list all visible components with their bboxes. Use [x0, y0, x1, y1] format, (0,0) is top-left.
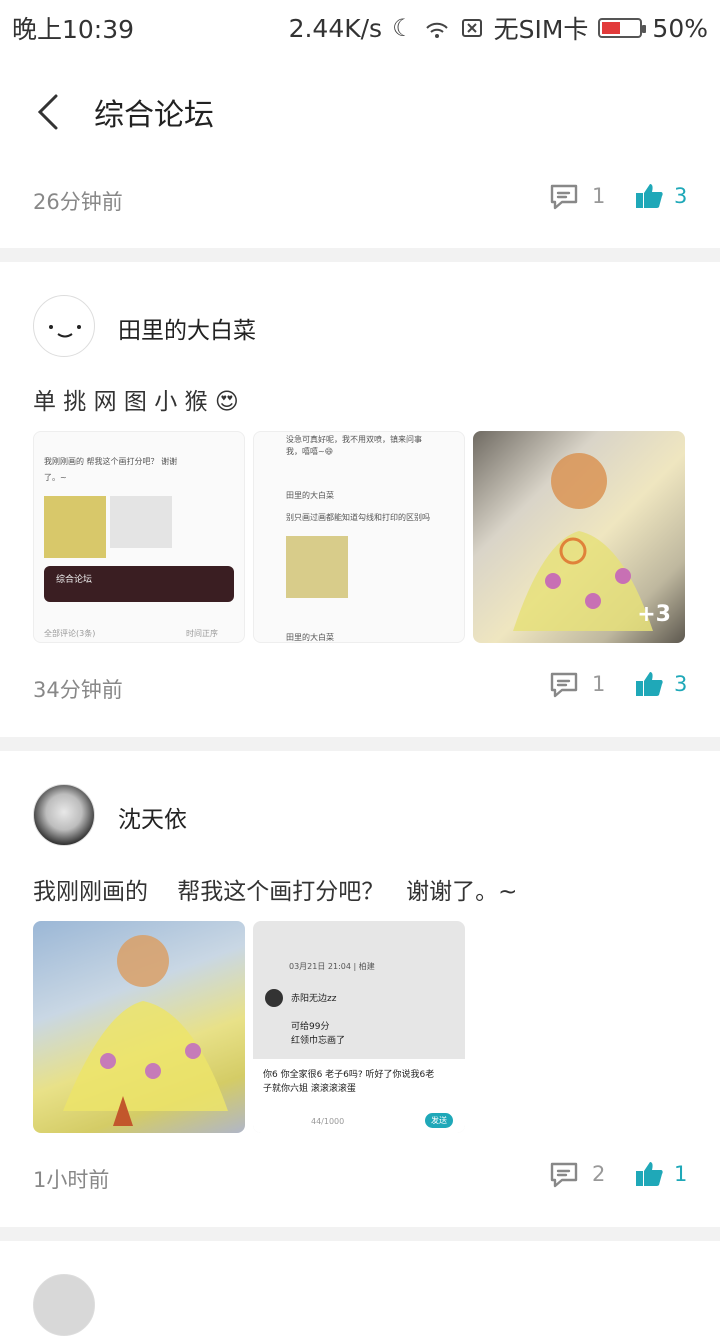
comment-count: 2 [592, 1162, 606, 1186]
thumbs-up-icon [636, 1162, 663, 1186]
avatar[interactable] [33, 1274, 95, 1336]
post-time: 34分钟前 [33, 678, 123, 702]
like-count: 1 [674, 1162, 688, 1186]
page-title: 综合论坛 [94, 98, 214, 133]
post-image[interactable]: 没急可真好呢，我不用双喷，镇来问事 我，嘻嘻~😄 田里的大白菜 别只画过画都能知… [253, 431, 465, 643]
battery-percent: 50% [652, 13, 708, 43]
divider [0, 737, 720, 751]
post-header[interactable]: 沈天依 [33, 784, 683, 850]
post-image[interactable]: +3 [473, 431, 685, 643]
comment-icon [550, 1162, 578, 1188]
author-name[interactable]: 沈天依 [118, 800, 187, 834]
forum-banner: 综合论坛 [44, 566, 234, 602]
post-image[interactable]: 我刚刚画的 帮我这个画打分吧？ 谢谢 了。~ 综合论坛 全部评论(3条) 时间正… [33, 431, 245, 643]
divider [0, 248, 720, 262]
drawing-thumbnail [286, 536, 348, 598]
post-text[interactable]: 我刚刚画的 帮我这个画打分吧？ 谢谢了。~ [33, 872, 517, 906]
avatar [265, 989, 283, 1007]
like-count: 3 [674, 672, 688, 696]
post-text[interactable]: 单 挑 网 图 小 猴 😍 [33, 382, 239, 416]
smiley-avatar-icon [49, 325, 81, 338]
author-name[interactable]: 田里的大白菜 [118, 311, 256, 345]
post-image[interactable] [33, 921, 245, 1133]
post-time: 26分钟前 [33, 190, 123, 214]
battery-fill [602, 22, 621, 34]
post-meta-row: 34分钟前 1 3 [0, 660, 720, 720]
network-speed: 2.44K/s [288, 13, 383, 43]
comment-icon [550, 672, 578, 698]
reply-box: 你6 你全家很6 老子6吗? 听好了你说我6老 子就你六姐 滚滚滚滚蛋 44/1… [253, 1059, 465, 1133]
status-bar: 晚上10:39 2.44K/s ☾ 无SIM卡 50% [0, 0, 720, 50]
sim-status: 无SIM卡 [493, 15, 589, 44]
battery-icon [598, 18, 647, 38]
more-images-count: +3 [637, 602, 671, 627]
send-button: 发送 [425, 1113, 453, 1128]
comment-icon [550, 184, 578, 210]
chevron-left-icon[interactable] [30, 92, 70, 132]
thumbs-up-icon [636, 184, 663, 208]
divider [0, 1227, 720, 1241]
comment-button[interactable]: 1 [548, 670, 605, 698]
comment-button[interactable]: 2 [548, 1160, 605, 1188]
post-header[interactable]: 田里的大白菜 [33, 295, 683, 361]
drawing-thumbnail [44, 496, 106, 558]
like-button[interactable]: 1 [634, 1160, 687, 1188]
post-meta-row: 26分钟前 1 3 [0, 172, 720, 232]
comment-button[interactable]: 1 [548, 182, 605, 210]
thumbs-up-icon [636, 672, 663, 696]
post-image[interactable]: 03月21日 21:04 | 柏建 赤阳无边zz 可给99分 红领巾忘画了 你6… [253, 921, 465, 1133]
avatar[interactable] [33, 295, 95, 357]
status-time: 晚上10:39 [12, 15, 135, 44]
like-count: 3 [674, 184, 688, 208]
app-bar: 综合论坛 [0, 60, 720, 164]
post-time: 1小时前 [33, 1168, 110, 1192]
screenshot-thumbnail [110, 496, 172, 548]
like-button[interactable]: 3 [634, 670, 687, 698]
wifi-icon [425, 22, 448, 38]
comment-count: 1 [592, 184, 606, 208]
comment-count: 1 [592, 672, 606, 696]
post-meta-row: 1小时前 2 1 [0, 1150, 720, 1210]
avatar[interactable] [33, 784, 95, 846]
moon-icon: ☾ [392, 14, 414, 42]
no-sim-icon [461, 19, 482, 37]
drawing-illustration [63, 935, 228, 1126]
like-button[interactable]: 3 [634, 182, 687, 210]
